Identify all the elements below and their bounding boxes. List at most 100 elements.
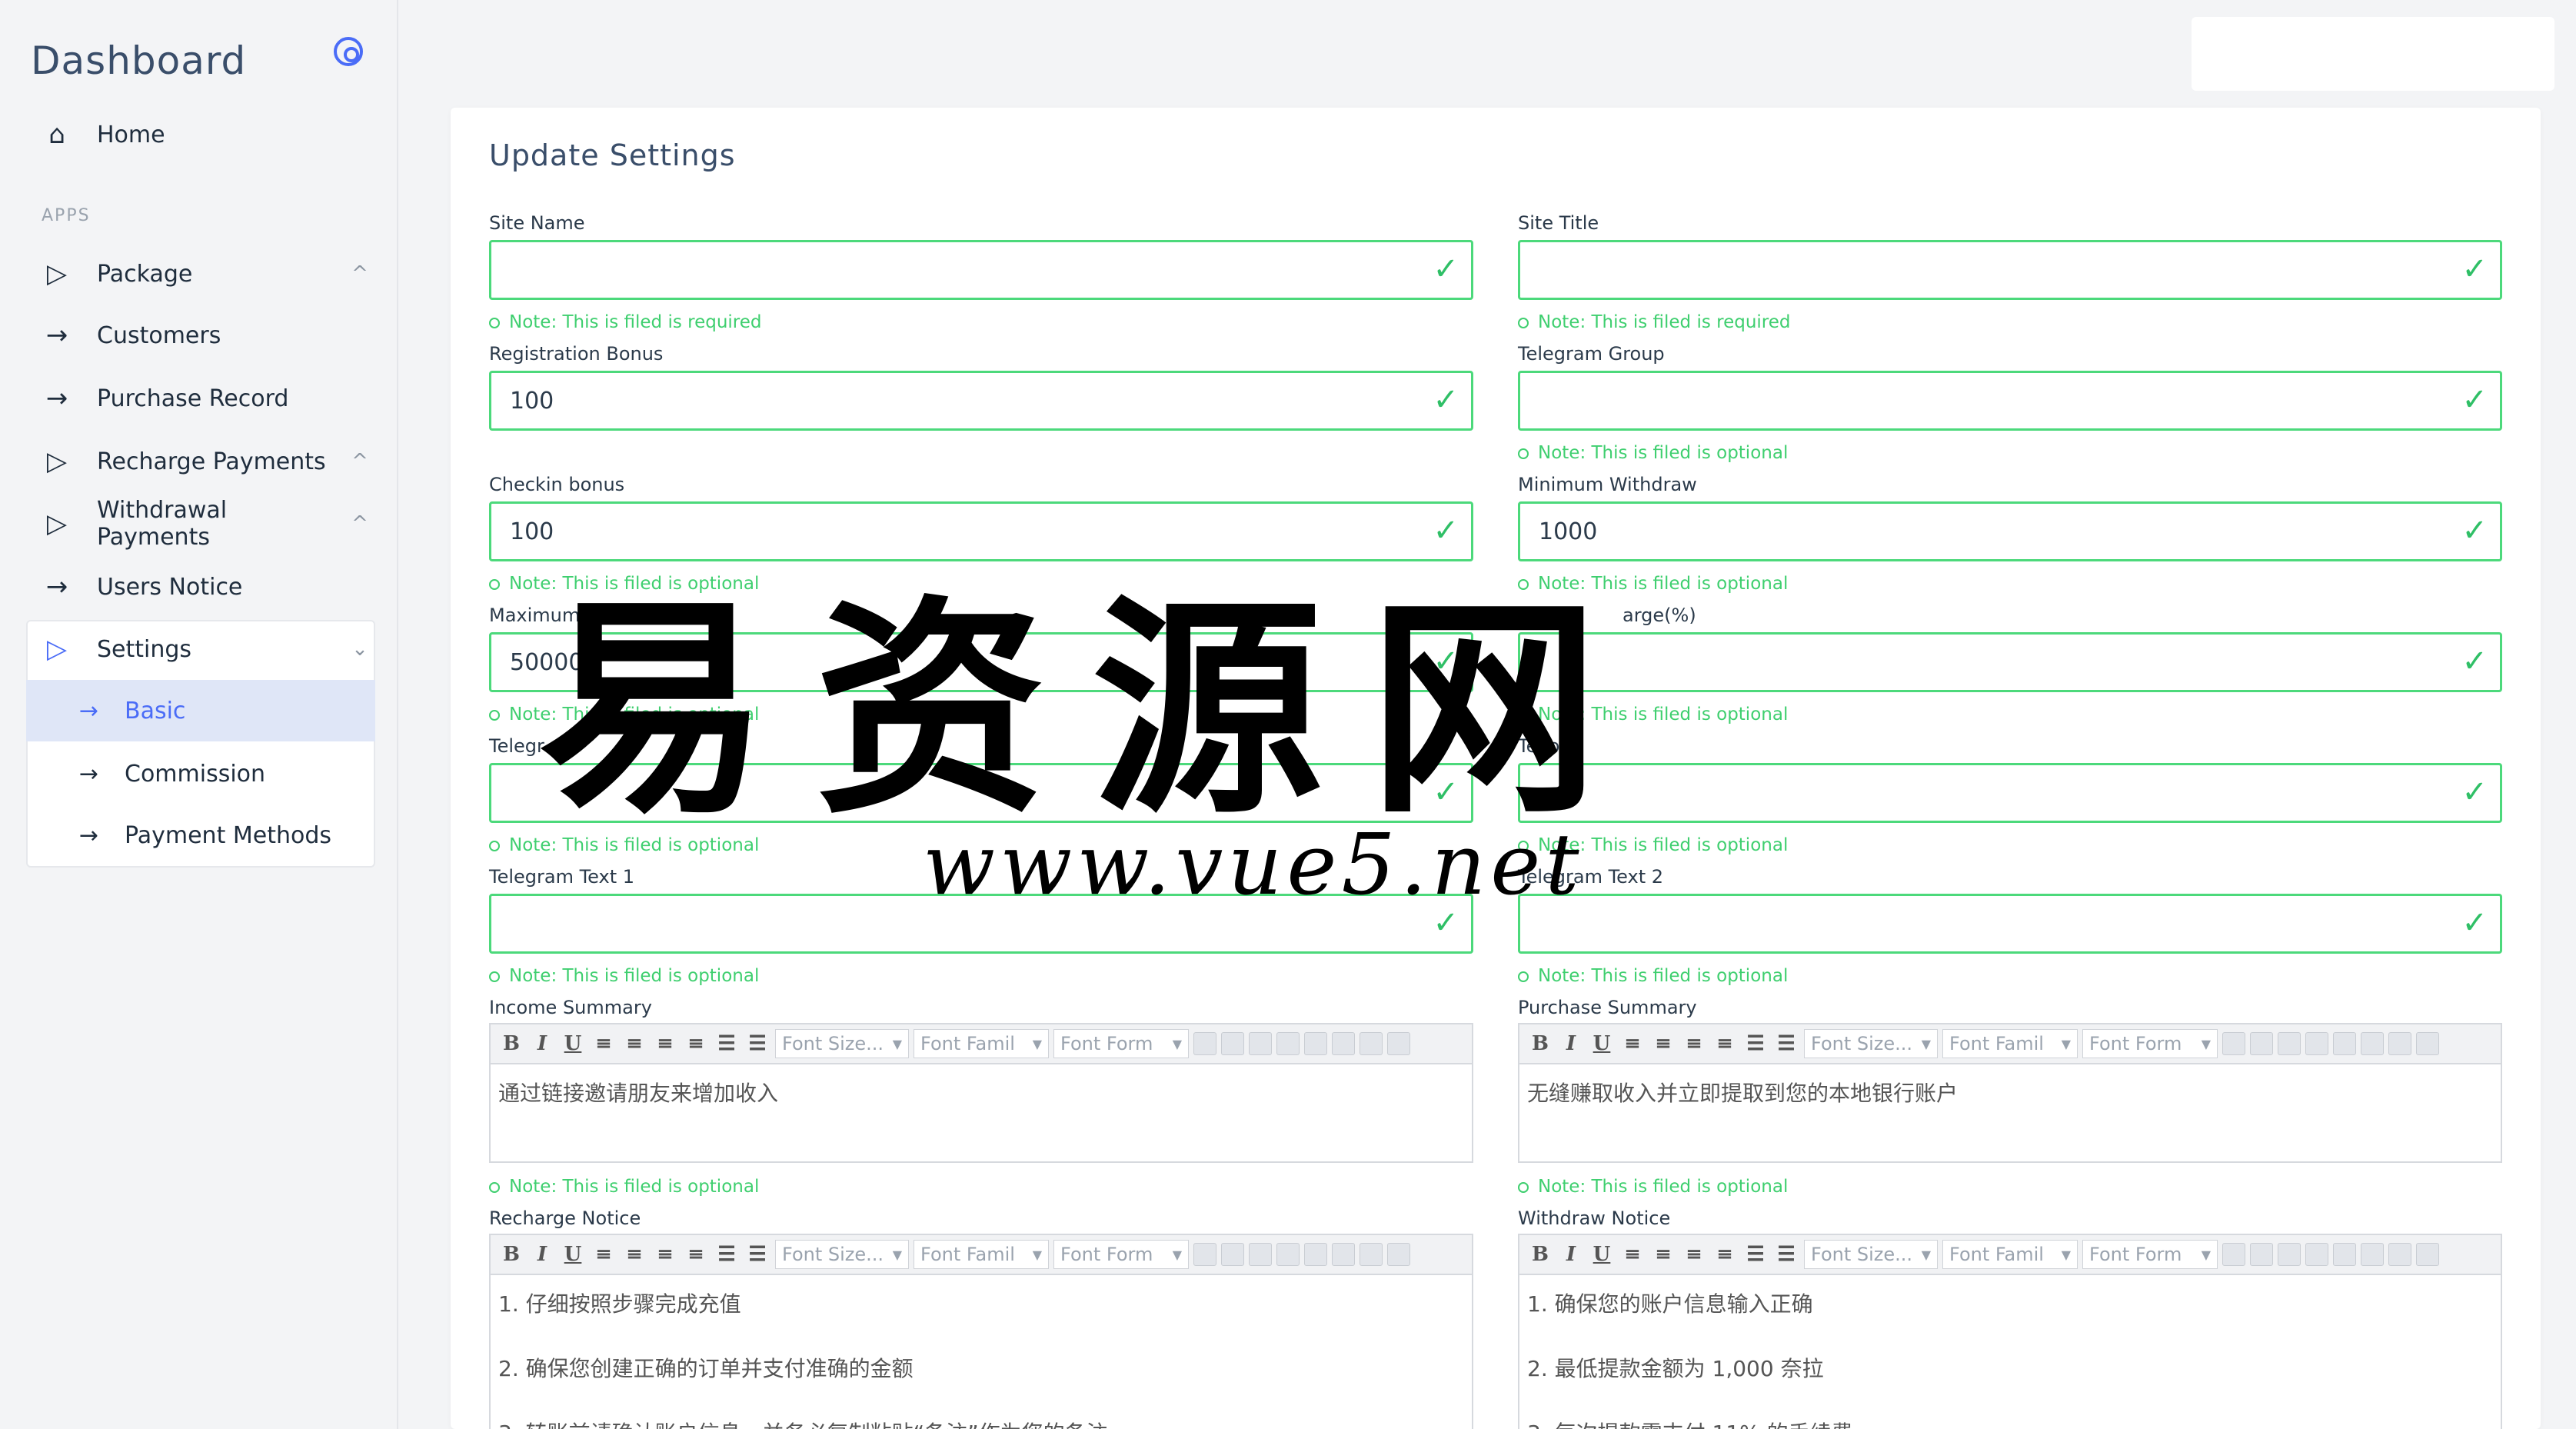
align-right-icon[interactable]: ≡ <box>652 1243 678 1266</box>
indent-icon[interactable] <box>1221 1032 1244 1055</box>
font-family-select[interactable]: Font Famil ▼ <box>914 1240 1049 1269</box>
source-icon[interactable] <box>1387 1243 1410 1266</box>
minimum-withdraw-input[interactable]: 1000 ✓ <box>1518 501 2502 561</box>
emoji-icon[interactable] <box>1360 1032 1383 1055</box>
font-format-select[interactable]: Font Form ▼ <box>1053 1240 1189 1269</box>
maximum-withdraw-input[interactable]: 500000 ✓ <box>489 632 1473 692</box>
font-size-select[interactable]: Font Size... ▼ <box>1804 1240 1938 1269</box>
italic-button[interactable]: I <box>529 1243 555 1266</box>
bullet-list-icon[interactable]: ☰ <box>1773 1243 1799 1266</box>
justify-icon[interactable]: ≡ <box>683 1243 709 1266</box>
editor-content[interactable]: 无缝赚取收入并立即提取到您的本地银行账户 <box>1519 1064 2501 1154</box>
image-icon[interactable] <box>1276 1243 1300 1266</box>
editor-content[interactable]: 1. 确保您的账户信息输入正确 2. 最低提款金额为 1,000 奈拉 3. 每… <box>1519 1275 2501 1429</box>
italic-button[interactable]: I <box>1558 1243 1584 1266</box>
justify-icon[interactable]: ≡ <box>683 1032 709 1055</box>
align-center-icon[interactable]: ≡ <box>1650 1032 1676 1055</box>
bold-button[interactable]: B <box>498 1032 524 1055</box>
sidebar-item-withdrawal-payments[interactable]: ▷ Withdrawal Payments ^ <box>26 493 375 555</box>
font-format-select[interactable]: Font Form ▼ <box>1053 1029 1189 1058</box>
link-icon[interactable] <box>1304 1032 1327 1055</box>
sidebar-item-settings[interactable]: ▷ Settings ⌄ <box>26 618 375 680</box>
link-icon[interactable] <box>1304 1243 1327 1266</box>
align-left-icon[interactable]: ≡ <box>591 1243 617 1266</box>
sidebar-subitem-basic[interactable]: → Basic <box>26 680 375 741</box>
emoji-icon[interactable] <box>1360 1243 1383 1266</box>
ordered-list-icon[interactable]: ☰ <box>1742 1243 1769 1266</box>
sidebar-item-customers[interactable]: → Customers <box>26 305 375 366</box>
editor-content[interactable]: 通过链接邀请朋友来增加收入 <box>491 1064 1472 1154</box>
bullet-list-icon[interactable]: ☰ <box>744 1243 770 1266</box>
sidebar-subitem-payment-methods[interactable]: → Payment Methods <box>26 804 375 866</box>
edit-icon[interactable] <box>1249 1243 1272 1266</box>
income-summary-editor[interactable]: B I U ≡ ≡ ≡ ≡ ☰ ☰ Font Size... ▼ Font Fam… <box>489 1023 1473 1163</box>
sidebar-item-recharge-payments[interactable]: ▷ Recharge Payments ^ <box>26 431 375 492</box>
font-format-select[interactable]: Font Form ▼ <box>2082 1029 2218 1058</box>
purchase-summary-editor[interactable]: B I U ≡ ≡ ≡ ≡ ☰ ☰ Font Size... ▼ Font Fam… <box>1518 1023 2502 1163</box>
editor-content[interactable]: 1. 仔细按照步骤完成充值 2. 确保您创建正确的订单并支付准确的金额 3. 转… <box>491 1275 1472 1429</box>
sidebar-item-purchase-record[interactable]: → Purchase Record <box>26 368 375 429</box>
registration-bonus-input[interactable]: 100 ✓ <box>489 371 1473 431</box>
align-left-icon[interactable]: ≡ <box>591 1032 617 1055</box>
underline-button[interactable]: U <box>1589 1243 1615 1266</box>
source-icon[interactable] <box>2416 1243 2439 1266</box>
font-size-select[interactable]: Font Size... ▼ <box>775 1240 909 1269</box>
target-icon[interactable] <box>334 37 363 66</box>
link-icon[interactable] <box>2333 1032 2356 1055</box>
outdent-icon[interactable] <box>1193 1032 1216 1055</box>
underline-button[interactable]: U <box>560 1032 586 1055</box>
justify-icon[interactable]: ≡ <box>1712 1032 1738 1055</box>
bold-button[interactable]: B <box>1527 1243 1553 1266</box>
withdraw-charge-input[interactable]: ✓ <box>1518 632 2502 692</box>
telegram-text-2-input[interactable]: ✓ <box>1518 894 2502 954</box>
link-icon[interactable] <box>2333 1243 2356 1266</box>
align-right-icon[interactable]: ≡ <box>1681 1243 1707 1266</box>
font-family-select[interactable]: Font Famil ▼ <box>1942 1029 2078 1058</box>
unlink-icon[interactable] <box>1332 1243 1355 1266</box>
font-family-select[interactable]: Font Famil ▼ <box>1942 1240 2078 1269</box>
outdent-icon[interactable] <box>2222 1243 2245 1266</box>
font-size-select[interactable]: Font Size... ▼ <box>1804 1029 1938 1058</box>
outdent-icon[interactable] <box>2222 1032 2245 1055</box>
ordered-list-icon[interactable]: ☰ <box>714 1032 740 1055</box>
outdent-icon[interactable] <box>1193 1243 1216 1266</box>
font-format-select[interactable]: Font Form ▼ <box>2082 1240 2218 1269</box>
italic-button[interactable]: I <box>529 1032 555 1055</box>
unlink-icon[interactable] <box>2361 1243 2384 1266</box>
source-icon[interactable] <box>2416 1032 2439 1055</box>
image-icon[interactable] <box>1276 1032 1300 1055</box>
image-icon[interactable] <box>2305 1032 2328 1055</box>
telegram-group-input[interactable]: ✓ <box>1518 371 2502 431</box>
sidebar-subitem-commission[interactable]: → Commission <box>26 743 375 804</box>
withdraw-notice-editor[interactable]: B I U ≡ ≡ ≡ ≡ ☰ ☰ Font Size... ▼ Font Fam… <box>1518 1234 2502 1429</box>
emoji-icon[interactable] <box>2388 1032 2411 1055</box>
telegram-left-input[interactable]: ✓ <box>489 763 1473 823</box>
checkin-bonus-input[interactable]: 100 ✓ <box>489 501 1473 561</box>
align-right-icon[interactable]: ≡ <box>1681 1032 1707 1055</box>
recharge-notice-editor[interactable]: B I U ≡ ≡ ≡ ≡ ☰ ☰ Font Size... ▼ Font Fam… <box>489 1234 1473 1429</box>
align-center-icon[interactable]: ≡ <box>1650 1243 1676 1266</box>
source-icon[interactable] <box>1387 1032 1410 1055</box>
telegram-right-input[interactable]: ✓ <box>1518 763 2502 823</box>
underline-button[interactable]: U <box>560 1243 586 1266</box>
indent-icon[interactable] <box>1221 1243 1244 1266</box>
unlink-icon[interactable] <box>2361 1032 2384 1055</box>
bold-button[interactable]: B <box>1527 1032 1553 1055</box>
ordered-list-icon[interactable]: ☰ <box>714 1243 740 1266</box>
telegram-text-1-input[interactable]: ✓ <box>489 894 1473 954</box>
justify-icon[interactable]: ≡ <box>1712 1243 1738 1266</box>
font-size-select[interactable]: Font Size... ▼ <box>775 1029 909 1058</box>
indent-icon[interactable] <box>2250 1032 2273 1055</box>
bullet-list-icon[interactable]: ☰ <box>1773 1032 1799 1055</box>
bold-button[interactable]: B <box>498 1243 524 1266</box>
underline-button[interactable]: U <box>1589 1032 1615 1055</box>
align-left-icon[interactable]: ≡ <box>1619 1032 1646 1055</box>
edit-icon[interactable] <box>2278 1243 2301 1266</box>
edit-icon[interactable] <box>2278 1032 2301 1055</box>
italic-button[interactable]: I <box>1558 1032 1584 1055</box>
emoji-icon[interactable] <box>2388 1243 2411 1266</box>
sidebar-item-users-notice[interactable]: → Users Notice <box>26 556 375 618</box>
font-family-select[interactable]: Font Famil ▼ <box>914 1029 1049 1058</box>
edit-icon[interactable] <box>1249 1032 1272 1055</box>
site-title-input[interactable]: ✓ <box>1518 240 2502 300</box>
